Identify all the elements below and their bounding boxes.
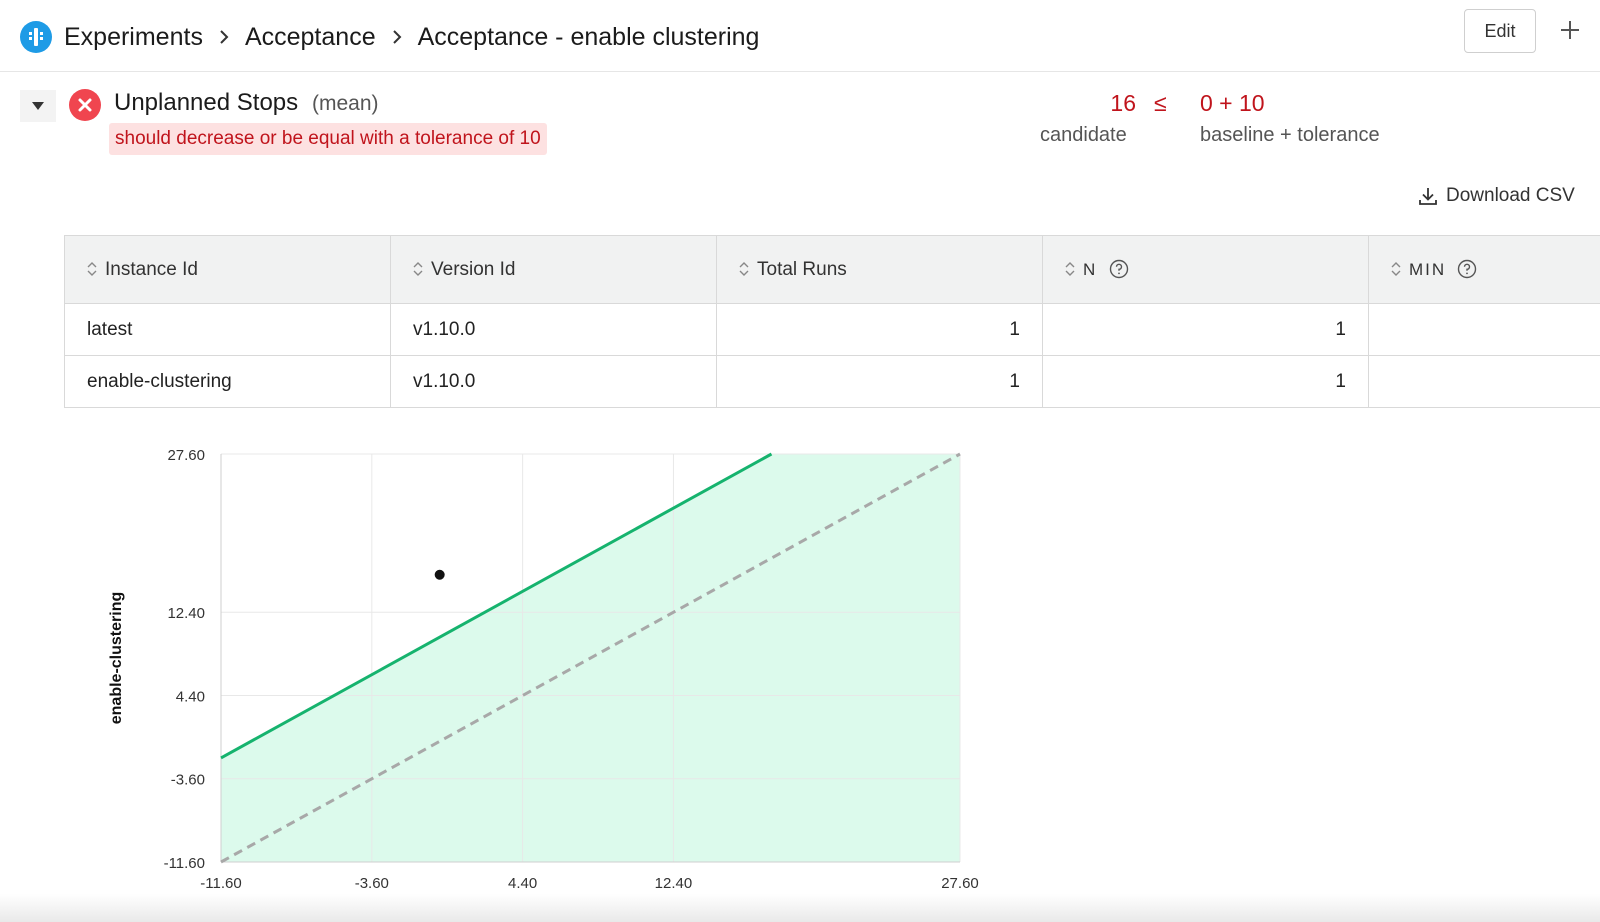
table-row: enable-clustering v1.10.0 1 1: [64, 355, 1600, 408]
y-tick-label: -3.60: [171, 772, 205, 789]
cell-version-id: v1.10.0: [390, 355, 717, 408]
x-tick-label: 12.40: [655, 875, 693, 892]
help-icon[interactable]: [1457, 259, 1477, 279]
cell-instance-id: enable-clustering: [64, 355, 391, 408]
breadcrumb-acceptance[interactable]: Acceptance: [245, 23, 376, 52]
runs-table: Instance Id Version Id Total Runs N MIN …: [64, 235, 1600, 408]
breadcrumb-experiments[interactable]: Experiments: [64, 23, 203, 52]
cell-min: [1368, 303, 1600, 356]
sort-icon: [1391, 262, 1401, 277]
baseline-tolerance-label: baseline + tolerance: [1200, 124, 1380, 146]
metric-title: Unplanned Stops: [114, 89, 299, 116]
y-tick-label: 27.60: [167, 450, 205, 464]
app-logo-icon[interactable]: [20, 21, 52, 53]
sort-icon: [1065, 262, 1075, 277]
table-row: latest v1.10.0 1 1: [64, 303, 1600, 356]
baseline-tolerance-value: 0 + 10: [1200, 90, 1265, 116]
data-point: [434, 569, 445, 580]
download-icon: [1419, 188, 1437, 205]
download-csv-label: Download CSV: [1446, 185, 1575, 206]
chevron-right-icon: [392, 29, 402, 45]
metric-aggregation: (mean): [312, 92, 379, 115]
plus-icon[interactable]: [1554, 14, 1586, 46]
chevron-right-icon: [219, 29, 229, 45]
cell-n: 1: [1042, 355, 1369, 408]
cell-total-runs: 1: [716, 355, 1043, 408]
criteria-badge: should decrease or be equal with a toler…: [109, 123, 547, 155]
caret-down-icon: [32, 102, 44, 110]
sort-icon: [413, 262, 423, 277]
y-tick-label: 4.40: [176, 688, 205, 705]
cell-version-id: v1.10.0: [390, 303, 717, 356]
candidate-value: 16: [1110, 90, 1136, 116]
collapse-toggle[interactable]: [20, 90, 56, 122]
breadcrumb: Experiments Acceptance Acceptance - enab…: [64, 20, 759, 54]
candidate-label: candidate: [1040, 124, 1127, 146]
fail-status-icon: [69, 89, 101, 121]
x-tick-label: 27.60: [941, 875, 979, 892]
page-header: Experiments Acceptance Acceptance - enab…: [0, 0, 1600, 72]
cell-instance-id: latest: [64, 303, 391, 356]
comparison-scatter-chart: -11.60 -3.60 4.40 12.40 27.60 -11.60 -3.60 4.40…: [108, 450, 979, 892]
y-tick-label: 12.40: [167, 605, 205, 622]
y-axis-label: enable-clustering: [108, 592, 125, 724]
table-header-row: Instance Id Version Id Total Runs N MIN: [64, 235, 1600, 304]
breadcrumb-current: Acceptance - enable clustering: [417, 22, 760, 51]
column-header-instance-id[interactable]: Instance Id: [64, 235, 391, 304]
cell-n: 1: [1042, 303, 1369, 356]
sort-icon: [739, 262, 749, 277]
x-tick-label: -3.60: [355, 875, 389, 892]
download-csv-button[interactable]: Download CSV: [1418, 183, 1575, 209]
bottom-fade: [0, 894, 1600, 922]
cell-total-runs: 1: [716, 303, 1043, 356]
cell-min: [1368, 355, 1600, 408]
edit-button[interactable]: Edit: [1464, 9, 1536, 53]
column-header-version-id[interactable]: Version Id: [390, 235, 717, 304]
column-header-n[interactable]: N: [1042, 235, 1369, 304]
column-header-min[interactable]: MIN: [1368, 235, 1600, 304]
x-tick-label: 4.40: [508, 875, 537, 892]
y-tick-label: -11.60: [164, 855, 205, 872]
sort-icon: [87, 262, 97, 277]
column-header-total-runs[interactable]: Total Runs: [716, 235, 1043, 304]
comparison-operator: ≤: [1154, 90, 1167, 116]
x-tick-label: -11.60: [200, 875, 241, 892]
help-icon[interactable]: [1109, 259, 1129, 279]
